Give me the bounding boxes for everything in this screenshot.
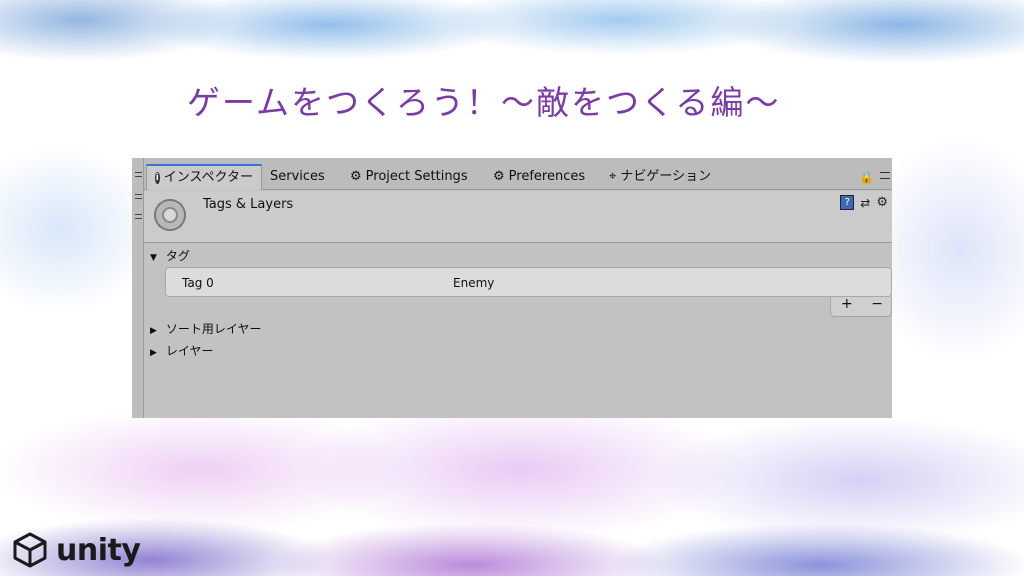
inspector-body: ▼ タグ Tag 0 Enemy + − ▶ ソート用レイヤー ▶ レイヤー [144, 244, 892, 418]
tab-navigation[interactable]: ⌖ ナビゲーション [609, 164, 711, 190]
slide-title: ゲームをつくろう！～敵をつくる編～ [187, 83, 781, 122]
tab-label: Preferences [508, 169, 586, 184]
section-label: レイヤー [165, 344, 214, 358]
expand-down-icon: ▼ [150, 253, 157, 263]
tab-preferences[interactable]: ⚙ Preferences [493, 164, 585, 190]
remove-button[interactable]: − [871, 295, 883, 313]
panel-menu-icon[interactable] [880, 172, 890, 179]
settings-gear-icon [152, 197, 188, 233]
tab-label: Project Settings [365, 169, 468, 184]
tab-label: インスペクター [163, 170, 253, 185]
info-icon: i [155, 172, 160, 184]
cog-icon: ⚙ [493, 169, 505, 184]
tag-list: Tag 0 Enemy [165, 267, 892, 297]
unity-cube-icon [13, 532, 47, 568]
preset-icon[interactable]: ⇄ [860, 196, 870, 210]
section-label: ソート用レイヤー [165, 322, 262, 336]
tag-row-value[interactable]: Enemy [453, 276, 494, 290]
section-label: タグ [165, 249, 190, 263]
tab-label: Services [270, 169, 325, 184]
inspector-header: Tags & Layers ? ⇄ ⚙ [144, 191, 892, 243]
cog-icon: ⚙ [350, 169, 362, 184]
tab-project-settings[interactable]: ⚙ Project Settings [350, 164, 468, 190]
menu-icon[interactable] [135, 172, 142, 177]
tab-inspector[interactable]: i インスペクター [146, 164, 262, 190]
lock-icon[interactable]: 🔒 [859, 170, 874, 184]
list-buttons: + − [830, 295, 892, 317]
navigation-icon: ⌖ [609, 169, 617, 184]
unity-logo: unity [10, 530, 141, 570]
section-layers[interactable]: ▶ レイヤー [150, 342, 213, 359]
unity-inspector-screenshot: i インスペクター Services ⚙ Project Settings ⚙ … [132, 158, 892, 418]
menu-icon[interactable] [135, 214, 142, 219]
section-sorting-layers[interactable]: ▶ ソート用レイヤー [150, 320, 261, 337]
header-title: Tags & Layers [203, 197, 294, 212]
help-icon[interactable]: ? [840, 195, 855, 210]
section-tags[interactable]: ▼ タグ [150, 247, 190, 264]
tab-label: ナビゲーション [620, 169, 712, 184]
header-buttons: ? ⇄ ⚙ [840, 195, 888, 210]
tab-bar: i インスペクター Services ⚙ Project Settings ⚙ … [144, 158, 892, 190]
expand-right-icon: ▶ [150, 326, 157, 336]
add-button[interactable]: + [841, 295, 853, 313]
brand-name: unity [56, 532, 141, 568]
expand-right-icon: ▶ [150, 348, 157, 358]
left-panel-edge [132, 158, 144, 418]
tag-row-label: Tag 0 [182, 276, 214, 290]
cog-icon[interactable]: ⚙ [876, 195, 888, 210]
menu-icon[interactable] [135, 194, 142, 199]
tab-services[interactable]: Services [270, 164, 325, 190]
